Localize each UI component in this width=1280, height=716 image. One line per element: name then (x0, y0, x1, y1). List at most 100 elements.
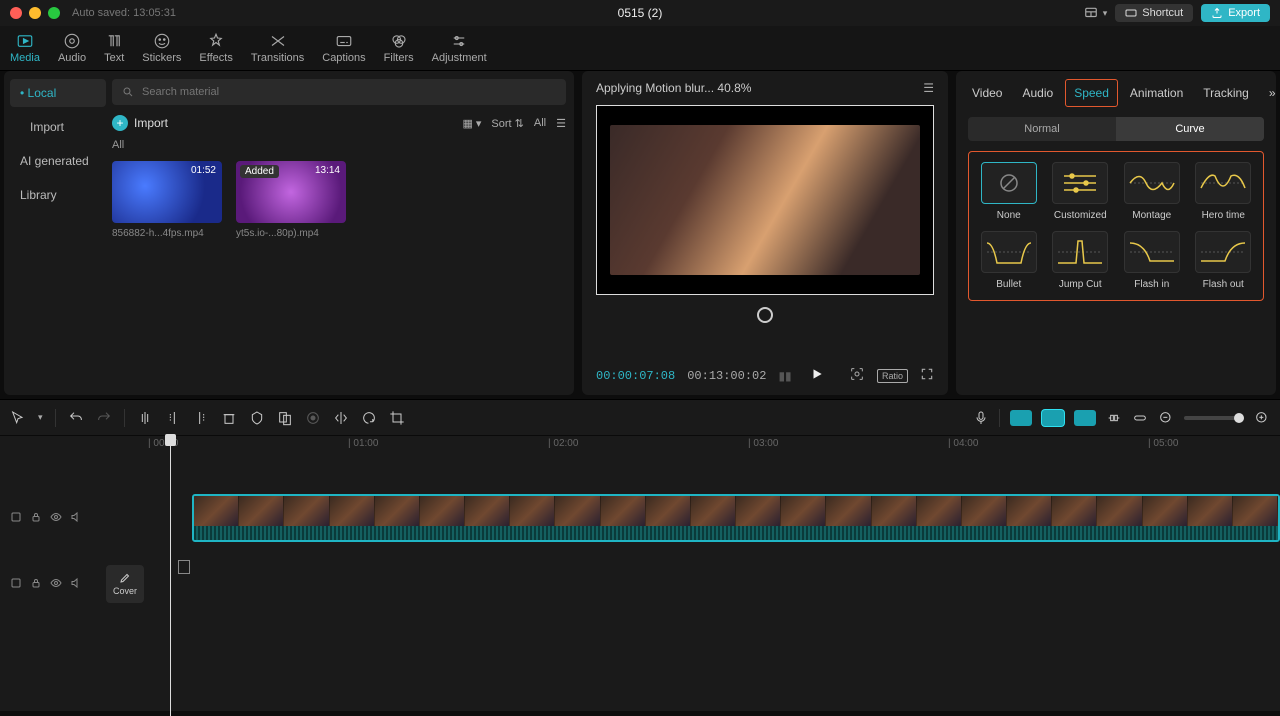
tab-audio[interactable]: Audio (58, 32, 86, 64)
track-mute-icon[interactable] (70, 577, 82, 592)
select-dropdown[interactable]: ▾ (38, 412, 43, 423)
crop-duplicate-button[interactable] (277, 410, 293, 426)
delete-button[interactable] (221, 410, 237, 426)
export-label: Export (1228, 7, 1260, 19)
inspector-tab-more[interactable]: » (1261, 80, 1280, 106)
plus-icon: + (112, 115, 128, 131)
inspector-tab-audio[interactable]: Audio (1014, 80, 1061, 106)
tab-filters[interactable]: Filters (384, 32, 414, 64)
preset-montage[interactable]: Montage (1120, 162, 1184, 221)
tab-adjustment[interactable]: Adjustment (432, 32, 487, 64)
tab-transitions[interactable]: Transitions (251, 32, 304, 64)
track-visibility-icon[interactable] (50, 511, 62, 526)
snapshot-button[interactable] (849, 366, 865, 385)
magnet-button[interactable] (1106, 410, 1122, 426)
close-window[interactable] (10, 7, 22, 19)
speed-subtabs: Normal Curve (968, 117, 1264, 141)
tab-text[interactable]: Text (104, 32, 124, 64)
tab-effects[interactable]: Effects (199, 32, 232, 64)
filter-all-button[interactable]: All (534, 117, 546, 129)
playhead[interactable] (170, 436, 171, 716)
marker-button[interactable] (249, 410, 265, 426)
sidebar-library[interactable]: Library (10, 181, 106, 209)
refresh-icon[interactable] (757, 307, 773, 323)
preview-canvas[interactable] (596, 105, 934, 295)
delete-right-button[interactable] (193, 410, 209, 426)
preset-none[interactable]: None (977, 162, 1041, 221)
inspector-tab-video[interactable]: Video (964, 80, 1010, 106)
export-button[interactable]: Export (1201, 4, 1270, 22)
delete-left-button[interactable] (165, 410, 181, 426)
maximize-window[interactable] (48, 7, 60, 19)
preset-bullet[interactable]: Bullet (977, 231, 1041, 290)
track-visibility-icon[interactable] (50, 577, 62, 592)
import-label: Import (134, 116, 168, 130)
sort-button[interactable]: Sort ⇅ (491, 117, 523, 130)
media-clip[interactable]: 01:52 856882-h...4fps.mp4 (112, 161, 222, 239)
select-tool[interactable] (10, 410, 26, 426)
play-button[interactable] (810, 367, 824, 384)
redo-button[interactable] (96, 410, 112, 426)
filter-button[interactable]: ☰ (556, 117, 566, 130)
import-button[interactable]: + Import (112, 115, 168, 131)
inspector-tab-animation[interactable]: Animation (1122, 80, 1191, 106)
link-button[interactable] (1132, 410, 1148, 426)
fullscreen-button[interactable] (920, 367, 934, 384)
duration-timecode: 00:13:00:02 (687, 369, 766, 383)
search-field[interactable] (112, 79, 566, 105)
mic-button[interactable] (973, 410, 989, 426)
preview-menu-button[interactable]: ☰ (923, 81, 934, 95)
tab-captions[interactable]: Captions (322, 32, 365, 64)
timeline: ▾ | 00:00 | 01:00 | (0, 399, 1280, 711)
zoom-out-button[interactable] (1158, 410, 1174, 426)
view-grid-button[interactable]: ▦ ▾ (462, 117, 481, 130)
preset-jump-cut[interactable]: Jump Cut (1049, 231, 1113, 290)
shortcut-button[interactable]: Shortcut (1115, 4, 1193, 22)
preset-customized[interactable]: Customized (1049, 162, 1113, 221)
mirror-button[interactable] (333, 410, 349, 426)
layout-button[interactable]: ▾ (1083, 6, 1108, 20)
time-ruler[interactable]: | 00:00 | 01:00 | 02:00 | 03:00 | 04:00 … (0, 436, 1280, 454)
timeline-clip[interactable] (192, 494, 1280, 542)
subtab-normal[interactable]: Normal (968, 117, 1116, 141)
compare-button[interactable]: ▮▮ (778, 369, 791, 383)
split-button[interactable] (137, 410, 153, 426)
sidebar-import[interactable]: Import (10, 113, 106, 141)
tab-stickers[interactable]: Stickers (142, 32, 181, 64)
track-lock-icon[interactable] (30, 577, 42, 592)
undo-button[interactable] (68, 410, 84, 426)
media-clip[interactable]: Added 13:14 yt5s.io-...80p).mp4 (236, 161, 346, 239)
subtab-curve[interactable]: Curve (1116, 117, 1264, 141)
record-button[interactable] (305, 410, 321, 426)
clip-duration: 13:14 (315, 165, 340, 176)
cover-button[interactable]: Cover (106, 565, 144, 603)
preview-frame (610, 125, 919, 276)
track-mode-2[interactable] (1042, 410, 1064, 426)
preset-flash-in[interactable]: Flash in (1120, 231, 1184, 290)
section-label: All (112, 139, 566, 151)
sidebar-local[interactable]: • Local (10, 79, 106, 107)
ratio-button[interactable]: Ratio (877, 369, 908, 383)
cover-track: Cover (0, 560, 1280, 608)
tab-media[interactable]: Media (10, 32, 40, 64)
crop-button[interactable] (389, 410, 405, 426)
search-input[interactable] (142, 86, 556, 98)
track-mute-icon[interactable] (70, 511, 82, 526)
minimize-window[interactable] (29, 7, 41, 19)
track-mode-3[interactable] (1074, 410, 1096, 426)
zoom-in-button[interactable] (1254, 410, 1270, 426)
pencil-icon (119, 572, 131, 584)
preset-flash-out[interactable]: Flash out (1192, 231, 1256, 290)
track-settings-icon[interactable] (10, 577, 22, 592)
inspector-tab-speed[interactable]: Speed (1065, 79, 1118, 107)
tick: | 02:00 (548, 438, 578, 449)
added-badge: Added (240, 165, 279, 178)
rotate-button[interactable] (361, 410, 377, 426)
preset-hero-time[interactable]: Hero time (1192, 162, 1256, 221)
inspector-tab-tracking[interactable]: Tracking (1195, 80, 1257, 106)
track-mode-1[interactable] (1010, 410, 1032, 426)
track-lock-icon[interactable] (30, 511, 42, 526)
sidebar-ai-generated[interactable]: AI generated (10, 147, 106, 175)
track-settings-icon[interactable] (10, 511, 22, 526)
zoom-slider[interactable] (1184, 416, 1244, 420)
